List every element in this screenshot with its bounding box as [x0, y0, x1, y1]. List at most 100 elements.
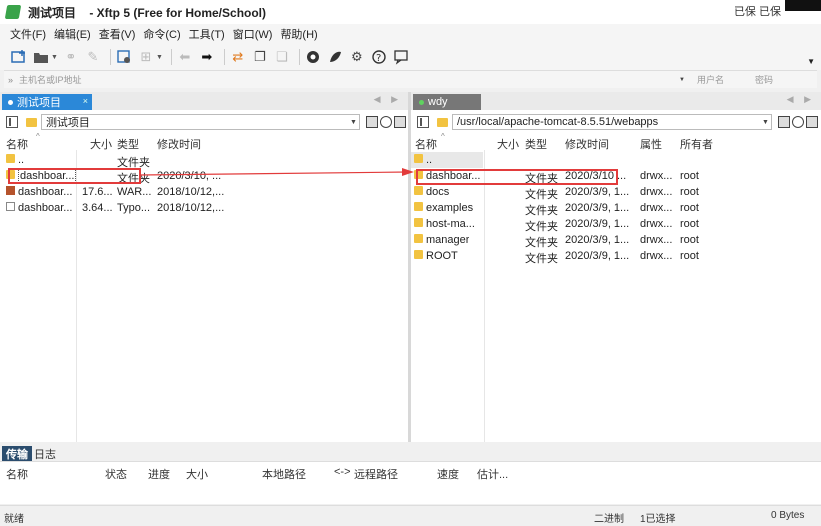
col-name[interactable]: 名称: [6, 136, 28, 152]
tab-transfers[interactable]: 传输: [2, 446, 32, 461]
settings-icon[interactable]: ⚙: [348, 48, 366, 66]
menu-command[interactable]: 命令(C): [139, 26, 184, 42]
col-name[interactable]: 名称: [415, 136, 437, 152]
path-dropdown-icon[interactable]: ▼: [762, 119, 772, 126]
folder-icon: [414, 202, 423, 211]
transfer-panel: 传输 日志 名称 状态 进度 大小 本地路径 <-> 远程路径 速度 估计...: [0, 444, 821, 504]
menu-view[interactable]: 查看(V): [95, 26, 140, 42]
local-path-input[interactable]: 测试项目: [40, 114, 361, 130]
folder-icon: [6, 154, 15, 163]
pane-toggle-icon[interactable]: [417, 116, 429, 128]
username-input[interactable]: 用户名: [697, 73, 755, 86]
col-type[interactable]: 类型: [525, 136, 547, 152]
forward-icon[interactable]: ➡: [198, 48, 216, 66]
remote-path-input[interactable]: /usr/local/apache-tomcat-8.5.51/webapps: [452, 114, 772, 130]
local-path-tools: [366, 116, 408, 128]
row-modified: 2020/3/9, 1...: [565, 186, 630, 198]
transfer-icon[interactable]: ⇄: [229, 48, 247, 66]
link-icon[interactable]: ⚭: [62, 48, 80, 66]
col-owner[interactable]: 所有者: [680, 136, 713, 152]
selection-size: 0 Bytes: [771, 510, 805, 521]
col-remote-path[interactable]: 远程路径: [354, 466, 398, 482]
col-modified[interactable]: 修改时间: [565, 136, 609, 152]
tab-remote[interactable]: wdy: [413, 94, 481, 110]
col-attr[interactable]: 属性: [640, 136, 662, 152]
col-size[interactable]: 大小: [497, 136, 519, 152]
row-name: ROOT: [426, 250, 458, 262]
unlink-icon[interactable]: ✎: [84, 48, 102, 66]
table-row[interactable]: ROOT 文件夹 2020/3/9, 1... drwx... root: [411, 248, 821, 265]
path-dropdown-icon[interactable]: ▼: [350, 119, 360, 126]
row-attr: drwx...: [640, 202, 673, 214]
toolbar-overflow-icon[interactable]: ▼: [807, 57, 815, 66]
status-text: 就绪: [4, 514, 24, 525]
tab-local-label: 测试项目: [17, 97, 61, 109]
pane-toggle-icon[interactable]: [6, 116, 18, 128]
address-bar: » 主机名或IP地址 ▼ 用户名 密码: [4, 70, 817, 88]
annotation-box-local: [8, 168, 141, 184]
copy-icon[interactable]: ❐: [251, 48, 269, 66]
tab-scroll-arrows-icon[interactable]: ◀ ▶: [374, 94, 402, 105]
open-dropdown-icon[interactable]: ▼: [51, 54, 58, 61]
new-session-icon[interactable]: [10, 48, 28, 66]
col-local-path[interactable]: 本地路径: [262, 466, 306, 482]
col-type[interactable]: 类型: [117, 136, 139, 152]
table-row[interactable]: dashboar... 3.64... Typo... 2018/10/12,.…: [0, 200, 408, 216]
col-name[interactable]: 名称: [6, 466, 28, 482]
sort-arrow-icon: ^: [441, 132, 445, 141]
host-dropdown-icon[interactable]: ▼: [679, 77, 693, 83]
new-tab-dropdown-icon[interactable]: ▼: [156, 54, 163, 61]
table-row[interactable]: docs 文件夹 2020/3/9, 1... drwx... root: [411, 184, 821, 201]
xshell-icon[interactable]: [304, 48, 322, 66]
row-attr: drwx...: [640, 234, 673, 246]
col-size[interactable]: 大小: [90, 136, 112, 152]
paste-icon[interactable]: ❏: [273, 48, 291, 66]
col-progress[interactable]: 进度: [148, 466, 170, 482]
col-speed[interactable]: 速度: [437, 466, 459, 482]
menu-window[interactable]: 窗口(W): [229, 26, 277, 42]
menu-file[interactable]: 文件(F): [6, 26, 50, 42]
menu-edit[interactable]: 编辑(E): [50, 26, 95, 42]
password-input[interactable]: 密码: [755, 73, 773, 86]
table-row[interactable]: host-ma... 文件夹 2020/3/9, 1... drwx... ro…: [411, 216, 821, 233]
message-icon[interactable]: [392, 48, 410, 66]
table-row[interactable]: ..: [411, 152, 483, 168]
close-icon[interactable]: ×: [83, 96, 88, 106]
folder-up-icon[interactable]: [366, 116, 378, 128]
sort-arrow-icon: ^: [36, 132, 40, 141]
host-address-input[interactable]: 主机名或IP地址: [19, 73, 679, 86]
local-pane: 测试项目 × ◀ ▶ 测试项目 ▼ 名称 ^ 大小 类型 修改时间 .. 文件夹…: [0, 92, 408, 442]
col-size[interactable]: 大小: [186, 466, 208, 482]
row-size: 17.6...: [82, 186, 113, 198]
table-row[interactable]: examples 文件夹 2020/3/9, 1... drwx... root: [411, 200, 821, 217]
menu-help[interactable]: 帮助(H): [276, 26, 321, 42]
back-icon[interactable]: ⬅: [176, 48, 194, 66]
tab-log[interactable]: 日志: [30, 446, 60, 461]
properties-icon[interactable]: [115, 48, 133, 66]
col-status[interactable]: 状态: [105, 466, 127, 482]
view-mode-icon[interactable]: [806, 116, 818, 128]
xftp-icon[interactable]: [326, 48, 344, 66]
folder-up-icon[interactable]: [778, 116, 790, 128]
transfer-mode[interactable]: 二进制: [594, 510, 624, 525]
col-modified[interactable]: 修改时间: [157, 136, 201, 152]
table-row[interactable]: manager 文件夹 2020/3/9, 1... drwx... root: [411, 232, 821, 249]
menu-tools[interactable]: 工具(T): [185, 26, 229, 42]
col-estimated[interactable]: 估计...: [477, 466, 508, 482]
row-name: ..: [426, 154, 433, 166]
col-direction[interactable]: <->: [334, 466, 351, 478]
svg-text:?: ?: [376, 53, 381, 64]
view-mode-icon[interactable]: [394, 116, 406, 128]
refresh-icon[interactable]: [792, 116, 804, 128]
table-row[interactable]: dashboar... 17.6... WAR... 2018/10/12,..…: [0, 184, 408, 200]
refresh-icon[interactable]: [380, 116, 392, 128]
remote-tab-strip: wdy ◀ ▶: [411, 92, 821, 110]
tab-local[interactable]: 测试项目 ×: [2, 94, 92, 110]
window-controls[interactable]: [785, 0, 821, 11]
open-folder-icon[interactable]: [32, 48, 50, 66]
new-tab-icon[interactable]: ⊞: [137, 48, 155, 66]
tab-scroll-arrows-icon[interactable]: ◀ ▶: [787, 94, 815, 105]
local-path-bar: 测试项目 ▼: [0, 112, 408, 132]
row-modified: 2018/10/12,...: [157, 202, 225, 214]
help-icon[interactable]: ?: [370, 48, 388, 66]
